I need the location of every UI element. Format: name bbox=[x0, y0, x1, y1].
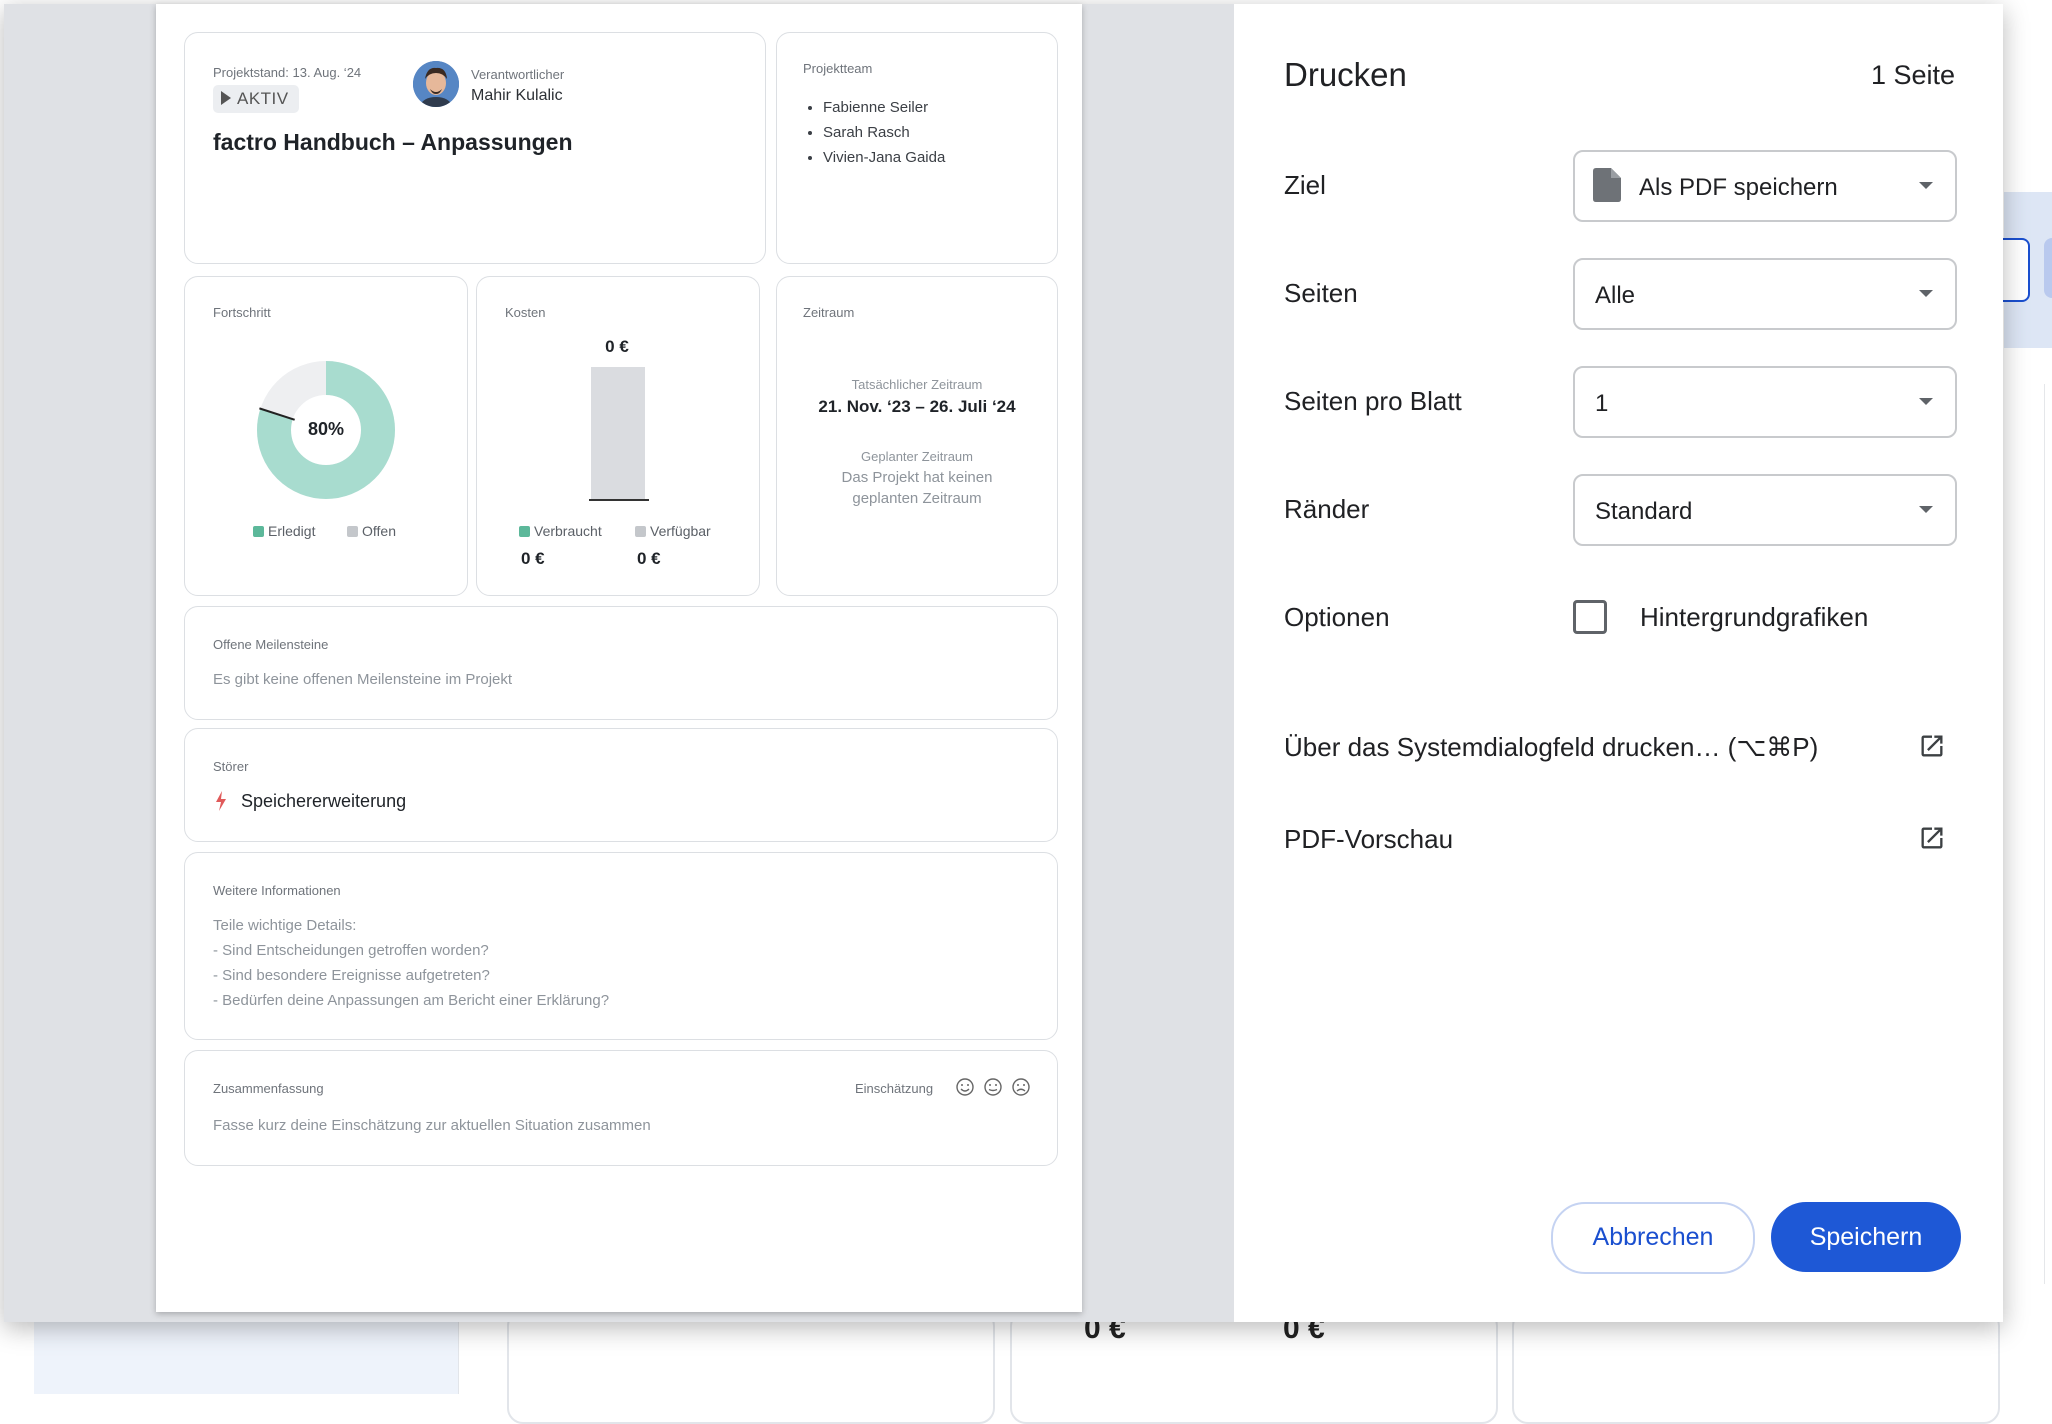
pages-per-sheet-label: Seiten pro Blatt bbox=[1284, 386, 1462, 416]
preview-page: Projektstand: 13. Aug. ‘24 AKTIV Verantw… bbox=[156, 4, 1082, 1312]
progress-percent: 80% bbox=[307, 419, 345, 439]
pages-value: Alle bbox=[1595, 282, 1636, 309]
project-title: factro Handbuch – Anpassungen bbox=[213, 129, 573, 155]
milestones-text: Es gibt keine offenen Meilensteine im Pr… bbox=[213, 671, 513, 688]
dropdown-caret-icon bbox=[1919, 398, 1933, 405]
happy-face-icon bbox=[956, 1078, 974, 1096]
save-button[interactable]: Speichern bbox=[1771, 1202, 1961, 1272]
status-date: Projektstand: 13. Aug. ‘24 bbox=[213, 65, 362, 80]
costs-label: Kosten bbox=[505, 305, 546, 320]
actual-period-label: Tatsächlicher Zeitraum bbox=[851, 377, 983, 392]
margins-label: Ränder bbox=[1284, 494, 1370, 524]
progress-card: Fortschritt 80% Erledigt Offen bbox=[184, 276, 468, 596]
lightning-icon bbox=[216, 791, 226, 811]
summary-text: Fasse kurz deine Einschätzung zur aktuel… bbox=[213, 1117, 651, 1134]
team-member: Fabienne Seiler bbox=[823, 95, 945, 120]
play-icon bbox=[221, 91, 231, 105]
dropdown-caret-icon bbox=[1919, 290, 1933, 297]
disruptors-label: Störer bbox=[213, 759, 249, 774]
status-badge: AKTIV bbox=[213, 85, 299, 113]
pdf-preview-link[interactable]: PDF-Vorschau bbox=[1284, 824, 1453, 855]
planned-period-label: Geplanter Zeitraum bbox=[861, 449, 973, 464]
info-label: Weitere Informationen bbox=[213, 883, 341, 898]
background-card bbox=[1512, 1310, 2000, 1424]
milestones-label: Offene Meilensteine bbox=[213, 637, 329, 652]
owner-label: Verantwortlicher bbox=[471, 67, 565, 82]
team-list: Fabienne Seiler Sarah Rasch Vivien-Jana … bbox=[805, 95, 945, 170]
info-line: - Bedürfen deine Anpassungen am Bericht … bbox=[213, 992, 610, 1009]
team-member: Sarah Rasch bbox=[823, 120, 945, 145]
milestones-card: Offene Meilensteine Es gibt keine offene… bbox=[184, 606, 1058, 720]
legend-used: Verbraucht bbox=[519, 523, 602, 539]
pages-label: Seiten bbox=[1284, 278, 1358, 308]
background-graphics-checkbox[interactable] bbox=[1573, 600, 1607, 634]
document-icon bbox=[1593, 168, 1621, 202]
period-card: Zeitraum Tatsächlicher Zeitraum 21. Nov.… bbox=[776, 276, 1058, 596]
pages-per-sheet-select[interactable]: 1 bbox=[1573, 366, 1957, 438]
disruptor-item: Speichererweiterung bbox=[241, 791, 407, 811]
background-sidebar bbox=[34, 1320, 458, 1394]
costs-card: Kosten 0 € Verbraucht Verfügbar 0 € 0 € bbox=[476, 276, 760, 596]
print-preview-area[interactable]: Projektstand: 13. Aug. ‘24 AKTIV Verantw… bbox=[4, 4, 1234, 1322]
info-line: Teile wichtige Details: bbox=[213, 917, 357, 934]
info-card: Weitere Informationen Teile wichtige Det… bbox=[184, 852, 1058, 1040]
options-label: Optionen bbox=[1284, 602, 1390, 632]
planned-period-text: Das Projekt hat keinen bbox=[841, 469, 993, 486]
background-card bbox=[507, 1310, 995, 1424]
background-button bbox=[2044, 238, 2052, 298]
legend-done-swatch bbox=[253, 526, 264, 537]
actual-period-value: 21. Nov. ‘23 – 26. Juli ‘24 bbox=[818, 397, 1016, 416]
project-header-card: Projektstand: 13. Aug. ‘24 AKTIV Verantw… bbox=[184, 32, 766, 264]
background-graphics-label[interactable]: Hintergrundgrafiken bbox=[1640, 602, 1868, 633]
costs-bar-baseline bbox=[589, 499, 649, 501]
summary-card: Zusammenfassung Einschätzung Fasse kurz … bbox=[184, 1050, 1058, 1166]
background-divider bbox=[2044, 384, 2045, 1284]
owner-name: Mahir Kulalic bbox=[471, 87, 563, 104]
info-line: - Sind Entscheidungen getroffen worden? bbox=[213, 942, 489, 959]
costs-used-value: 0 € bbox=[521, 549, 545, 568]
legend-done: Erledigt bbox=[253, 523, 315, 539]
rating-label: Einschätzung bbox=[855, 1081, 934, 1096]
dropdown-caret-icon bbox=[1919, 182, 1933, 189]
open-external-icon[interactable] bbox=[1918, 732, 1946, 760]
print-settings-panel: Drucken 1 Seite Ziel Als PDF speichern S… bbox=[1234, 4, 2003, 1322]
avatar bbox=[413, 61, 459, 107]
team-label: Projektteam bbox=[803, 61, 873, 76]
page-count: 1 Seite bbox=[1870, 60, 1955, 90]
sad-face-icon bbox=[1012, 1078, 1030, 1096]
pages-per-sheet-value: 1 bbox=[1595, 390, 1609, 417]
legend-open-swatch bbox=[347, 526, 358, 537]
costs-available-value: 0 € bbox=[637, 549, 661, 568]
summary-label: Zusammenfassung bbox=[213, 1081, 324, 1096]
legend-available-swatch bbox=[635, 526, 646, 537]
margins-select[interactable]: Standard bbox=[1573, 474, 1957, 546]
cancel-button[interactable]: Abbrechen bbox=[1551, 1202, 1755, 1274]
destination-value: Als PDF speichern bbox=[1639, 174, 1838, 201]
pages-select[interactable]: Alle bbox=[1573, 258, 1957, 330]
neutral-face-icon bbox=[984, 1078, 1002, 1096]
legend-used-swatch bbox=[519, 526, 530, 537]
disruptors-card: Störer Speichererweiterung bbox=[184, 728, 1058, 842]
destination-label: Ziel bbox=[1284, 170, 1326, 200]
background-divider bbox=[458, 1320, 459, 1394]
team-member: Vivien-Jana Gaida bbox=[823, 145, 945, 170]
open-external-icon[interactable] bbox=[1918, 824, 1946, 852]
planned-period-text: geplanten Zeitraum bbox=[852, 490, 982, 507]
print-title: Drucken bbox=[1284, 56, 1407, 93]
margins-value: Standard bbox=[1595, 498, 1693, 525]
print-dialog: Projektstand: 13. Aug. ‘24 AKTIV Verantw… bbox=[4, 4, 2003, 1322]
project-team-card: Projektteam Fabienne Seiler Sarah Rasch … bbox=[776, 32, 1058, 264]
costs-available-bar bbox=[591, 367, 645, 499]
costs-total: 0 € bbox=[605, 337, 629, 356]
dropdown-caret-icon bbox=[1919, 506, 1933, 513]
legend-open: Offen bbox=[347, 523, 396, 539]
info-line: - Sind besondere Ereignisse aufgetreten? bbox=[213, 967, 490, 984]
legend-available: Verfügbar bbox=[635, 523, 711, 539]
system-dialog-link[interactable]: Über das Systemdialogfeld drucken… (⌥⌘P) bbox=[1284, 732, 1818, 763]
progress-label: Fortschritt bbox=[213, 305, 271, 320]
period-label: Zeitraum bbox=[803, 305, 855, 320]
destination-select[interactable]: Als PDF speichern bbox=[1573, 150, 1957, 222]
